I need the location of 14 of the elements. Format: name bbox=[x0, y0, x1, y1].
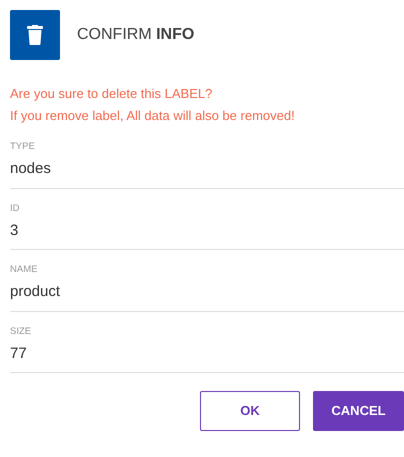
input-field[interactable]: 77 bbox=[10, 338, 404, 373]
input-field[interactable]: product bbox=[10, 277, 404, 312]
input-field[interactable]: 3 bbox=[10, 216, 404, 250]
ok-button[interactable]: OK bbox=[200, 391, 300, 431]
warning-text: If you remove label, All data will also be removed! bbox=[10, 107, 295, 125]
cancel-button[interactable]: CANCEL bbox=[313, 391, 404, 431]
dialog-title: CONFIRM INFO bbox=[77, 25, 194, 45]
field-label: NAME bbox=[10, 263, 38, 277]
field-label: SIZE bbox=[10, 324, 32, 338]
input-field[interactable]: nodes bbox=[10, 154, 404, 188]
warning-text: Are you sure to delete this LABEL? bbox=[10, 85, 212, 103]
trash-icon bbox=[10, 10, 60, 60]
field-label: TYPE bbox=[10, 140, 35, 154]
field-label: ID bbox=[10, 202, 20, 216]
